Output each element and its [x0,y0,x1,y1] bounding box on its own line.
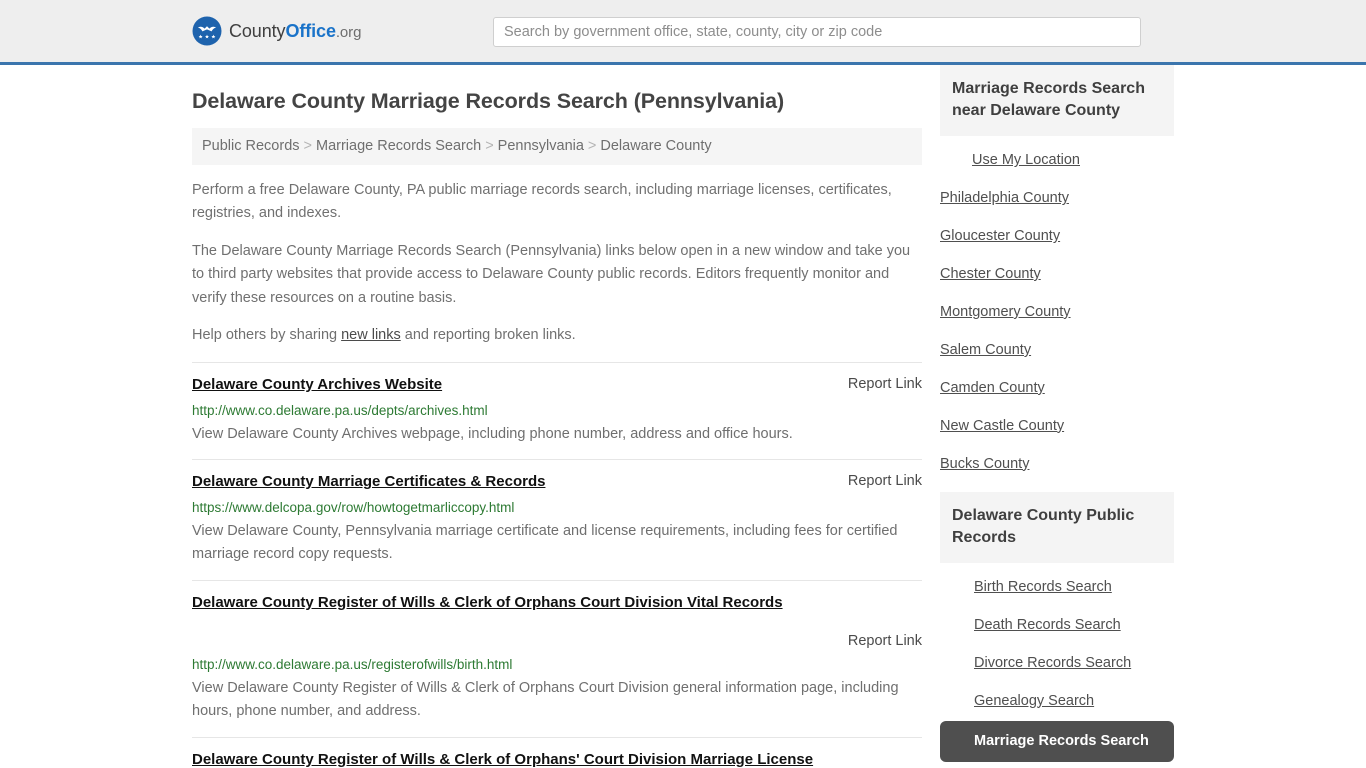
sidebar-link-genealogy-search[interactable]: Genealogy Search [940,683,1174,721]
list-item[interactable]: Salem County [940,332,1174,370]
sidebar-heading-public-records: Delaware County Public Records [940,491,1174,563]
sidebar-link-philadelphia-county[interactable]: Philadelphia County [940,180,1174,218]
result-header: Delaware County Archives Website Report … [192,375,922,395]
sidebar-link-marriage-records-search[interactable]: Marriage Records Search [940,720,1174,763]
list-item-active[interactable]: Marriage Records Search [940,720,1174,763]
main-column: Delaware County Marriage Records Search … [192,65,922,768]
page-title: Delaware County Marriage Records Search … [192,89,785,113]
page-body: Delaware County Marriage Records Search … [0,65,1366,768]
list-item[interactable]: Birth Records Search [940,569,1174,607]
breadcrumb-separator: > [485,138,494,154]
results-list: Delaware County Archives Website Report … [192,361,922,768]
result-title-link[interactable]: Delaware County Register of Wills & Cler… [192,594,783,611]
site-logo-text: CountyOffice.org [229,21,361,42]
report-link-button[interactable]: Report Link [848,472,922,489]
breadcrumb-item-marriage-records-search[interactable]: Marriage Records Search [316,138,481,154]
result-header: Delaware County Marriage Certificates & … [192,472,922,492]
breadcrumb-item-pennsylvania[interactable]: Pennsylvania [498,138,584,154]
report-link-button[interactable]: Report Link [192,632,922,649]
sidebar-heading-nearby: Marriage Records Search near Delaware Co… [940,65,1174,137]
result-description: View Delaware County Register of Wills &… [192,679,899,720]
search-input[interactable] [493,17,1141,47]
list-item[interactable]: Philadelphia County [940,180,1174,218]
sidebar-link-birth-records-search[interactable]: Birth Records Search [940,569,1174,607]
result-description: View Delaware County Archives webpage, i… [192,425,793,442]
sidebar-nearby-list: Use My Location Philadelphia County Glou… [940,136,1174,483]
sidebar-link-salem-county[interactable]: Salem County [940,332,1174,370]
result-url: https://www.delcopa.gov/row/howtogetmarl… [192,500,515,516]
sidebar-public-records-list: Birth Records Search Death Records Searc… [940,563,1174,763]
list-item[interactable]: Chester County [940,256,1174,294]
result-header: Delaware County Register of Wills & Cler… [192,593,922,649]
sidebar-link-divorce-records-search[interactable]: Divorce Records Search [940,645,1174,683]
sidebar-box-nearby-counties: Marriage Records Search near Delaware Co… [940,65,1174,484]
result-description: View Delaware County, Pennsylvania marri… [192,522,898,563]
result-item: Delaware County Marriage Certificates & … [192,459,922,580]
eagle-seal-icon [192,16,222,46]
intro-paragraph-3: Help others by sharing new links and rep… [192,324,922,347]
breadcrumb-item-public-records[interactable]: Public Records [202,138,300,154]
result-item: Delaware County Archives Website Report … [192,361,922,459]
list-item[interactable]: Camden County [940,370,1174,408]
result-title-link[interactable]: Delaware County Marriage Certificates & … [192,472,545,492]
logo-text-office: Office [285,20,336,41]
sidebar-link-bucks-county[interactable]: Bucks County [940,446,1174,484]
intro-p3-prefix: Help others by sharing [192,327,342,344]
breadcrumb-item-delaware-county[interactable]: Delaware County [600,138,711,154]
new-links-link[interactable]: new links [341,327,401,343]
list-item[interactable]: Use My Location [940,142,1174,180]
list-item[interactable]: Divorce Records Search [940,645,1174,683]
sidebar-link-montgomery-county[interactable]: Montgomery County [940,294,1174,332]
list-item[interactable]: Montgomery County [940,294,1174,332]
sidebar-link-camden-county[interactable]: Camden County [940,370,1174,408]
result-header: Delaware County Register of Wills & Cler… [192,750,922,768]
sidebar-link-gloucester-county[interactable]: Gloucester County [940,218,1174,256]
result-item: Delaware County Register of Wills & Cler… [192,736,922,768]
result-url: http://www.co.delaware.pa.us/registerofw… [192,657,513,673]
breadcrumb: Public Records > Marriage Records Search > P… [192,128,922,165]
intro-paragraph-1: Perform a free Delaware County, PA publi… [192,181,892,222]
report-link-button[interactable]: Report Link [848,375,922,392]
site-logo[interactable]: CountyOffice.org [192,16,361,46]
list-item[interactable]: Death Records Search [940,607,1174,645]
result-title-link[interactable]: Delaware County Archives Website [192,375,442,395]
list-item[interactable]: Gloucester County [940,218,1174,256]
result-item: Delaware County Register of Wills & Cler… [192,579,922,737]
intro-paragraph-2: The Delaware County Marriage Records Sea… [192,242,911,306]
list-item[interactable]: Genealogy Search [940,683,1174,721]
sidebar: Marriage Records Search near Delaware Co… [940,65,1174,768]
intro-p3-suffix: and reporting broken links. [400,327,576,344]
result-url: http://www.co.delaware.pa.us/depts/archi… [192,403,488,418]
site-header: CountyOffice.org [0,0,1366,65]
result-title-link[interactable]: Delaware County Register of Wills & Cler… [192,751,813,768]
intro-section: Perform a free Delaware County, PA publi… [192,179,922,348]
sidebar-link-new-castle-county[interactable]: New Castle County [940,408,1174,446]
logo-text-county: County [229,20,286,41]
sidebar-box-public-records: Delaware County Public Records Birth Rec… [940,491,1174,763]
logo-text-org: .org [335,23,362,41]
list-item[interactable]: New Castle County [940,408,1174,446]
sidebar-link-use-my-location[interactable]: Use My Location [940,142,1174,180]
list-item[interactable]: Bucks County [940,446,1174,484]
breadcrumb-separator: > [587,138,597,154]
sidebar-link-chester-county[interactable]: Chester County [940,256,1174,294]
search-bar[interactable] [493,17,1141,47]
sidebar-link-death-records-search[interactable]: Death Records Search [940,607,1174,645]
breadcrumb-separator: > [303,138,312,154]
